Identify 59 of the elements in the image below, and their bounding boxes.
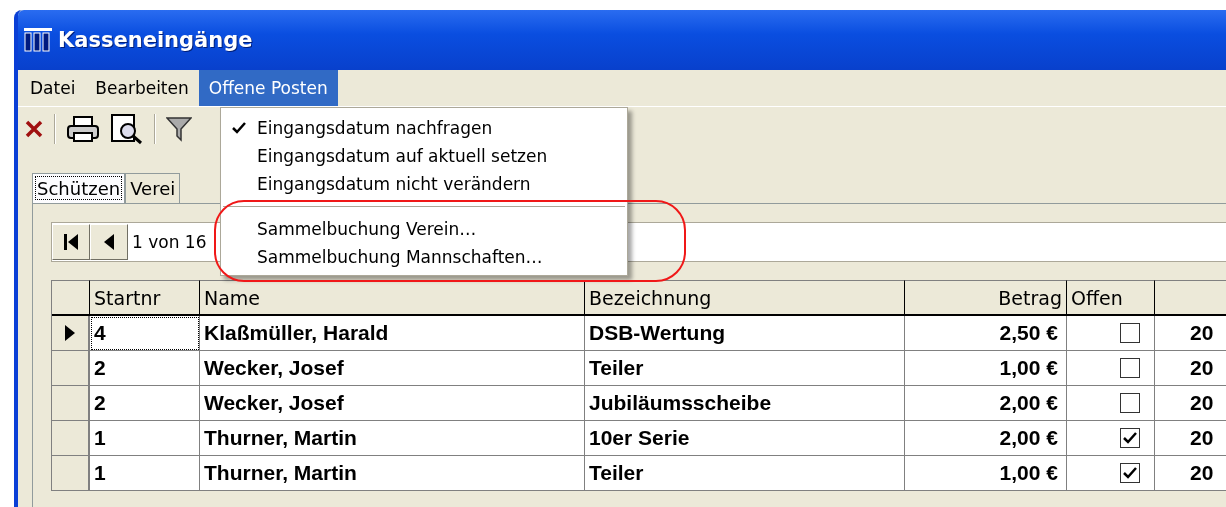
printer-icon[interactable] (66, 115, 100, 143)
column-header[interactable]: Startnr (90, 280, 200, 316)
table-cell: 2 (90, 386, 200, 421)
table-cell: Jubiläumsscheibe (585, 386, 905, 421)
table-cell: Klaßmüller, Harald (200, 316, 585, 351)
table-cell: Thurner, Martin (200, 421, 585, 456)
table-cell: 20 (1155, 386, 1226, 421)
table-cell: 1,00 € (905, 456, 1067, 491)
column-header[interactable] (1155, 280, 1226, 316)
checkbox[interactable] (1120, 463, 1140, 483)
menu-option[interactable]: Eingangsdatum nicht verändern (221, 170, 627, 198)
table-cell: 1,00 € (905, 351, 1067, 386)
first-record-icon (62, 232, 80, 252)
table-cell: DSB-Wertung (585, 316, 905, 351)
tab[interactable]: Verei (125, 173, 181, 203)
previous-record-icon (102, 232, 116, 252)
menu-option[interactable]: Eingangsdatum auf aktuell setzen (221, 142, 627, 170)
menu-item[interactable]: Bearbeiten (85, 70, 199, 106)
table-cell: Teiler (585, 456, 905, 491)
table-cell: 1 (90, 456, 200, 491)
checkbox[interactable] (1120, 323, 1140, 343)
table-cell: Thurner, Martin (200, 456, 585, 491)
checkbox[interactable] (1120, 428, 1140, 448)
row-indicator[interactable] (52, 316, 90, 351)
menu-item[interactable]: Datei (20, 70, 86, 106)
column-header[interactable]: Name (200, 280, 585, 316)
delete-icon[interactable] (24, 119, 44, 139)
table-cell: 20 (1155, 351, 1226, 386)
column-header[interactable]: Bezeichnung (585, 280, 905, 316)
first-record-button[interactable] (52, 224, 90, 260)
menu-item[interactable]: Offene Posten (198, 70, 338, 106)
table-cell: 2,50 € (905, 316, 1067, 351)
menu-option[interactable]: Sammelbuchung Mannschaften… (221, 243, 627, 271)
table-cell: Wecker, Josef (200, 386, 585, 421)
column-header[interactable]: Offen (1067, 280, 1155, 316)
filter-icon[interactable] (166, 114, 192, 144)
table-cell: Teiler (585, 351, 905, 386)
menu-option[interactable]: Eingangsdatum nachfragen (221, 114, 627, 142)
print-preview-icon[interactable] (110, 113, 144, 145)
app-icon (24, 28, 52, 52)
checkbox[interactable] (1120, 358, 1140, 378)
checkbox[interactable] (1120, 393, 1140, 413)
table-cell: 20 (1155, 456, 1226, 491)
table-cell: 2,00 € (905, 386, 1067, 421)
tab[interactable]: Schützen (32, 173, 126, 203)
column-header[interactable]: Betrag (905, 280, 1067, 316)
table-cell: 10er Serie (585, 421, 905, 456)
table-cell: 20 (1155, 316, 1226, 351)
table-cell: 2 (90, 351, 200, 386)
table-cell: 1 (90, 421, 200, 456)
record-position: 1 von 16 (131, 232, 207, 252)
table-cell: Wecker, Josef (200, 351, 585, 386)
table-cell: 2,00 € (905, 421, 1067, 456)
previous-record-button[interactable] (90, 224, 128, 260)
table-cell: 4 (90, 316, 200, 351)
checkmark-icon (232, 122, 246, 134)
table-cell: 20 (1155, 421, 1226, 456)
menu-option[interactable]: Sammelbuchung Verein… (221, 215, 627, 243)
window-title: Kasseneingänge (58, 28, 253, 52)
